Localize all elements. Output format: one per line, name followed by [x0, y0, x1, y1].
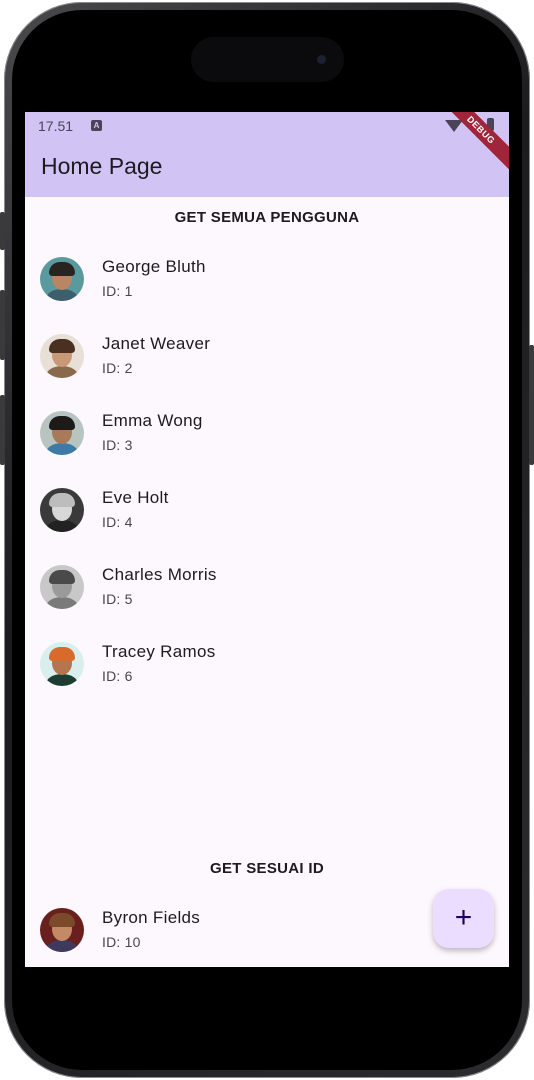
user-id: ID: 10 [102, 934, 141, 950]
avatar [40, 488, 84, 532]
user-name: Tracey Ramos [102, 642, 216, 661]
notification-a-icon: A [91, 120, 102, 131]
section-title-all-users: GET SEMUA PENGGUNA [174, 209, 360, 226]
list-item[interactable]: Janet Weaver ID: 2 [25, 334, 509, 411]
dynamic-island [191, 37, 344, 82]
app-bar: 17.51 A Home Page DEBUG [25, 112, 509, 197]
user-id: ID: 2 [102, 360, 133, 376]
user-id: ID: 4 [102, 514, 133, 530]
avatar [40, 642, 84, 686]
user-name: Eve Holt [102, 488, 169, 507]
section-title-by-id: GET SESUAI ID [210, 860, 324, 877]
wifi-icon [445, 120, 463, 132]
avatar [40, 565, 84, 609]
app-screen: 17.51 A Home Page DEBUG GET SEMUA PENGGU… [25, 112, 509, 967]
avatar [40, 908, 84, 952]
user-name: Emma Wong [102, 411, 203, 430]
list-item[interactable]: Emma Wong ID: 3 [25, 411, 509, 488]
list-item[interactable]: George Bluth ID: 1 [25, 257, 509, 334]
avatar [40, 334, 84, 378]
user-id: ID: 1 [102, 283, 133, 299]
add-button[interactable]: + [433, 889, 494, 948]
user-name: Janet Weaver [102, 334, 211, 353]
user-name: Charles Morris [102, 565, 217, 584]
volume-down-button [0, 395, 5, 465]
plus-icon: + [454, 901, 473, 934]
avatar [40, 257, 84, 301]
user-id: ID: 3 [102, 437, 133, 453]
action-button [0, 212, 5, 250]
list-item[interactable]: Charles Morris ID: 5 [25, 565, 509, 642]
user-name: Byron Fields [102, 908, 201, 927]
user-id: ID: 6 [102, 668, 133, 684]
camera-icon [317, 55, 326, 64]
user-name: George Bluth [102, 257, 206, 276]
status-time: 17.51 [38, 118, 74, 134]
user-id: ID: 5 [102, 591, 133, 607]
page-title: Home Page [41, 153, 163, 179]
power-button [529, 345, 534, 465]
list-item[interactable]: Eve Holt ID: 4 [25, 488, 509, 565]
list-item[interactable]: Tracey Ramos ID: 6 [25, 642, 509, 719]
volume-up-button [0, 290, 5, 360]
avatar [40, 411, 84, 455]
